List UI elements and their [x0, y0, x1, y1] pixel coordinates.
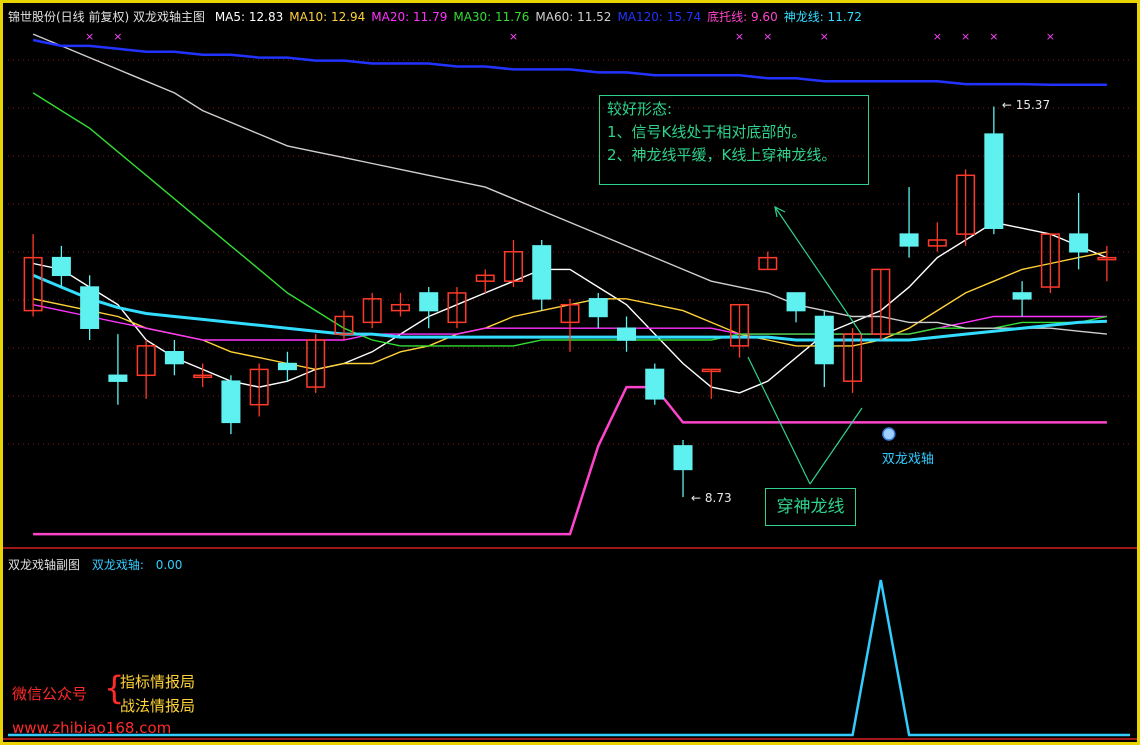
legend-item: 神龙线: 11.72 [783, 10, 862, 24]
candle-body [984, 133, 1004, 229]
signal-mark: × [113, 30, 122, 43]
legend-item: MA10: 12.94 [289, 10, 366, 24]
candle-body [617, 327, 637, 341]
candle-body [532, 245, 552, 300]
brand-names: 指标情报局 战法情报局 [120, 670, 195, 718]
pattern-note: 较好形态: 1、信号K线处于相对底部的。 2、神龙线平缓，K线上穿神龙线。 [599, 95, 869, 185]
signal-mark: × [933, 30, 942, 43]
high-price-label: ← 15.37 [1001, 98, 1051, 113]
series-line-MA60 [32, 33, 1107, 335]
signal-mark: × [85, 30, 94, 43]
candlestick-chart: × × × × × × × × × × [3, 30, 1137, 740]
sub-indicator-value: 0.00 [155, 558, 183, 572]
legend-item: MA30: 11.76 [453, 10, 530, 24]
candle-body [673, 445, 693, 471]
legend-item: MA60: 11.52 [535, 10, 612, 24]
signal-mark: × [509, 30, 518, 43]
cross-arrow-right [809, 407, 863, 485]
signal-mark: × [1046, 30, 1055, 43]
candle-body [588, 298, 608, 318]
series-line-MA120 [32, 38, 1107, 86]
candle-body [1069, 233, 1089, 253]
brand-1: 指标情报局 [120, 673, 196, 691]
wechat-label: 微信公众号 [12, 685, 88, 703]
note-title: 较好形态: [607, 100, 673, 118]
signal-mark: × [989, 30, 998, 43]
note-line-2: 2、神龙线平缓，K线上穿神龙线。 [607, 146, 837, 164]
cross-shenlong-label: 穿神龙线 [765, 488, 856, 526]
candle-body [786, 292, 806, 312]
cross-arrow-left [747, 356, 811, 485]
sub-indicator-name: 双龙戏轴: [91, 558, 144, 572]
candle-body [108, 374, 128, 382]
signal-mark: × [820, 30, 829, 43]
candle-body [80, 286, 100, 329]
signal-label: 双龙戏轴 [881, 452, 934, 467]
legend-item: 底托线: 9.60 [707, 10, 778, 24]
signal-mark: × [735, 30, 744, 43]
signal-mark: × [763, 30, 772, 43]
candle-body [51, 256, 71, 277]
note-line-1: 1、信号K线处于相对底部的。 [607, 123, 807, 141]
candle-body [1012, 292, 1032, 300]
main-legend: 锦世股份(日线 前复权) 双龙戏轴主图 MA5: 12.83 MA10: 12.9… [8, 9, 874, 25]
main-title: 锦世股份(日线 前复权) 双龙戏轴主图 [8, 10, 205, 24]
low-price-label: ← 8.73 [691, 491, 732, 506]
sub-title: 双龙戏轴副图 [8, 558, 81, 572]
candle-body [814, 315, 834, 365]
brand-2: 战法情报局 [120, 697, 196, 715]
candle-body [419, 292, 439, 312]
legend-item: MA20: 11.79 [371, 10, 448, 24]
sub-legend: 双龙戏轴副图 双龙戏轴: 0.00 [8, 556, 198, 573]
signal-mark: × [961, 30, 970, 43]
sub-indicator-label: 双龙戏轴: 0.00 [92, 558, 191, 572]
legend-item: MA5: 12.83 [214, 10, 284, 24]
legend-items: MA5: 12.83 MA10: 12.94 MA20: 11.79 MA30: 11… [215, 10, 868, 24]
website-label: www.zhibiao168.com [12, 719, 172, 737]
candle-body [645, 368, 665, 400]
candle-body [899, 233, 919, 247]
candle-body [277, 362, 297, 371]
legend-item: MA120: 15.74 [617, 10, 702, 24]
series-line-底托线 [33, 385, 1107, 536]
candle-body [164, 351, 184, 365]
signal-dot [882, 427, 896, 441]
candle-body [221, 380, 241, 424]
